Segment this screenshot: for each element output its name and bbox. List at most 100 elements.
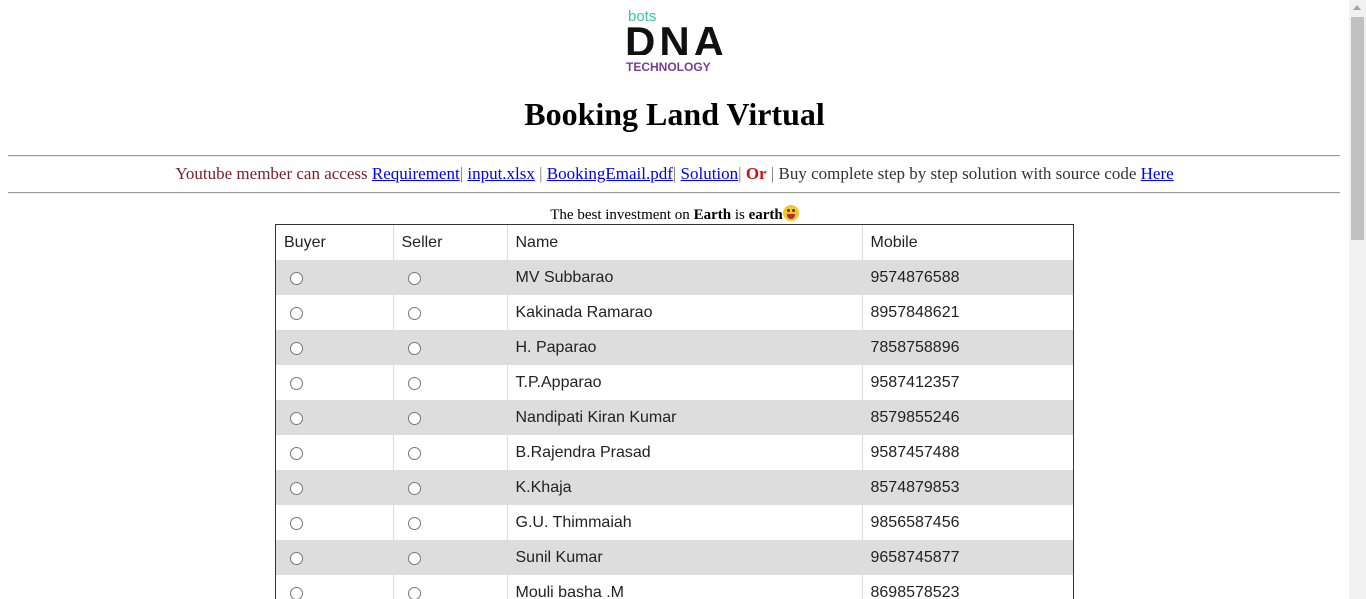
booking-table-container: Buyer Seller Name Mobile MV Subbarao 9574… (275, 224, 1074, 599)
seller-radio[interactable] (407, 517, 421, 531)
tagline-middle: is (734, 207, 745, 223)
table-row: B.Rajendra Prasad 9587457488 (276, 435, 1073, 470)
separator: | (770, 164, 775, 183)
name-cell: MV Subbarao (506, 260, 862, 295)
divider-top (8, 155, 1340, 157)
grinning-tongue-emoji-icon (782, 205, 799, 221)
mobile-cell: 8579855246 (861, 400, 1073, 435)
name-cell: B.Rajendra Prasad (506, 435, 862, 470)
buyer-radio[interactable] (290, 447, 303, 461)
mobile-cell: 9856587456 (861, 505, 1073, 540)
logo-dna-text: DNA (625, 21, 728, 55)
name-cell: G.U. Thimmaiah (506, 505, 862, 540)
divider-bottom (8, 192, 1340, 194)
buyer-cell (276, 505, 393, 540)
seller-radio[interactable] (407, 552, 421, 566)
seller-radio[interactable] (407, 587, 421, 599)
requirement-link[interactable]: Requirement (372, 164, 460, 183)
name-cell: Nandipati Kiran Kumar (506, 400, 862, 435)
header-seller: Seller (392, 225, 507, 260)
header-mobile: Mobile (861, 225, 1073, 260)
seller-cell (392, 260, 507, 295)
name-cell: Mouli basha .M (506, 575, 862, 599)
buyer-radio[interactable] (290, 482, 303, 496)
buyer-cell (276, 470, 393, 505)
bots-dna-logo: bots DNA TECHNOLOGY (625, 8, 725, 74)
scrollbar-thumb[interactable] (1351, 17, 1364, 240)
seller-radio[interactable] (407, 342, 421, 356)
table-header-row: Buyer Seller Name Mobile (276, 225, 1073, 260)
buyer-cell (276, 575, 393, 599)
header-name: Name (506, 225, 862, 260)
mobile-cell: 9658745877 (861, 540, 1073, 575)
name-cell: Sunil Kumar (506, 540, 862, 575)
buyer-radio[interactable] (290, 272, 303, 286)
mobile-cell: 8574879853 (861, 470, 1073, 505)
mobile-cell: 9587412357 (861, 365, 1073, 400)
name-cell: T.P.Apparao (506, 365, 862, 400)
seller-cell (392, 365, 507, 400)
booking-email-pdf-link[interactable]: BookingEmail.pdf (547, 164, 673, 183)
buyer-radio[interactable] (290, 552, 303, 566)
buyer-cell (276, 365, 393, 400)
name-cell: H. Paparao (506, 330, 862, 365)
table-row: G.U. Thimmaiah 9856587456 (276, 505, 1073, 540)
vertical-scrollbar[interactable] (1349, 0, 1366, 599)
seller-radio[interactable] (407, 307, 421, 321)
buyer-radio[interactable] (290, 517, 303, 531)
scroll-up-arrow-icon[interactable] (1353, 5, 1361, 10)
tagline-earth-lower-bold: earth (748, 207, 783, 223)
buy-solution-text: Buy complete step by step solution with … (778, 164, 1137, 183)
table-row: K.Khaja 8574879853 (276, 470, 1073, 505)
mobile-cell: 7858758896 (861, 330, 1073, 365)
seller-cell (392, 540, 507, 575)
tagline-prefix: The best investment on (550, 207, 690, 223)
table-body: MV Subbarao 9574876588 Kakinada Ramarao 895… (276, 260, 1073, 599)
buyer-radio[interactable] (290, 342, 303, 356)
mobile-cell: 8957848621 (861, 295, 1073, 330)
seller-radio[interactable] (407, 482, 421, 496)
buyer-radio[interactable] (290, 377, 303, 391)
buyer-cell (276, 330, 393, 365)
access-intro-text: Youtube member can access (175, 164, 368, 183)
seller-cell (392, 295, 507, 330)
table-row: T.P.Apparao 9587412357 (276, 365, 1073, 400)
seller-cell (392, 470, 507, 505)
table-row: H. Paparao 7858758896 (276, 330, 1073, 365)
header-buyer: Buyer (284, 233, 326, 251)
buyer-radio[interactable] (290, 412, 303, 426)
separator: | (459, 164, 464, 183)
buyer-cell (276, 295, 393, 330)
tagline-earth-bold: Earth (693, 207, 732, 223)
page-content: bots DNA TECHNOLOGY Booking Land Virtual… (0, 0, 1349, 599)
table-row: Nandipati Kiran Kumar 8579855246 (276, 400, 1073, 435)
buyer-cell (276, 540, 393, 575)
mobile-cell: 9574876588 (861, 260, 1073, 295)
solution-link[interactable]: Solution (681, 164, 739, 183)
table-row: Mouli basha .M 8698578523 (276, 575, 1073, 599)
seller-cell (392, 505, 507, 540)
seller-radio[interactable] (407, 272, 421, 286)
seller-cell (392, 400, 507, 435)
name-cell: Kakinada Ramarao (506, 295, 862, 330)
seller-radio[interactable] (407, 377, 421, 391)
buyer-radio[interactable] (290, 307, 303, 321)
seller-cell (392, 330, 507, 365)
mobile-cell: 9587457488 (861, 435, 1073, 470)
or-text: Or (745, 164, 767, 183)
booking-table: Buyer Seller Name Mobile MV Subbarao 9574… (276, 225, 1073, 599)
separator: | (738, 164, 742, 183)
table-row: Sunil Kumar 9658745877 (276, 540, 1073, 575)
table-row: MV Subbarao 9574876588 (276, 260, 1073, 295)
buy-here-link[interactable]: Here (1141, 164, 1174, 183)
input-xlsx-link[interactable]: input.xlsx (467, 164, 535, 183)
seller-radio[interactable] (407, 412, 421, 426)
seller-cell (392, 575, 507, 599)
page: bots DNA TECHNOLOGY Booking Land Virtual… (0, 0, 1366, 599)
seller-radio[interactable] (407, 447, 421, 461)
resource-links-bar: Youtube member can access Requirement| i… (0, 164, 1349, 184)
buyer-cell (276, 400, 393, 435)
seller-cell (392, 435, 507, 470)
name-cell: K.Khaja (506, 470, 862, 505)
buyer-radio[interactable] (290, 587, 303, 599)
